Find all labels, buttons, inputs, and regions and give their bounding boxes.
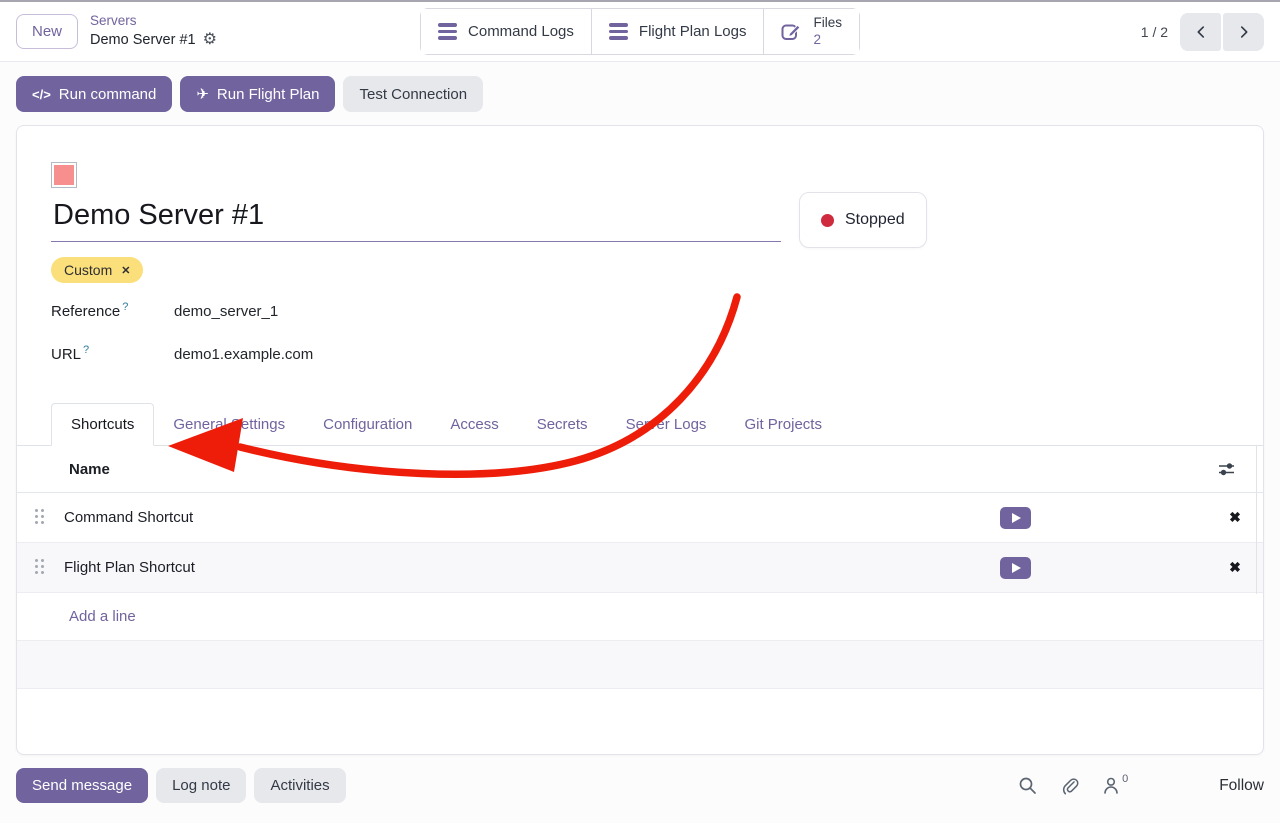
breadcrumb-area: New Servers Demo Server #1 ⚙: [16, 12, 420, 50]
reference-value[interactable]: demo_server_1: [174, 303, 278, 320]
table-row: Flight Plan Shortcut ✖: [17, 543, 1263, 593]
command-logs-button[interactable]: Command Logs: [421, 9, 592, 53]
tab-general-settings[interactable]: General Settings: [154, 404, 304, 445]
log-note-button[interactable]: Log note: [156, 768, 246, 803]
gear-icon[interactable]: ⚙: [203, 30, 217, 51]
breadcrumb-current: Demo Server #1: [90, 31, 196, 50]
list-icon: [438, 23, 457, 40]
url-value[interactable]: demo1.example.com: [174, 346, 313, 363]
empty-table-row: [17, 641, 1263, 689]
optional-columns-icon[interactable]: [1218, 461, 1235, 478]
tab-git-projects[interactable]: Git Projects: [725, 404, 841, 445]
action-buttons: </> Run command ✈ Run Flight Plan Test C…: [16, 76, 1264, 112]
pager-previous-button[interactable]: [1180, 13, 1221, 51]
new-button[interactable]: New: [16, 14, 78, 49]
column-name-header: Name: [69, 461, 110, 478]
chevron-right-icon: [1235, 23, 1253, 41]
table-row: Command Shortcut ✖: [17, 493, 1263, 543]
play-icon: [1012, 563, 1021, 573]
followers-button[interactable]: 0: [1102, 776, 1128, 795]
tab-server-logs[interactable]: Server Logs: [607, 404, 726, 445]
pager-next-button[interactable]: [1223, 13, 1264, 51]
field-url: URL? demo1.example.com: [51, 344, 1263, 363]
add-a-line-link[interactable]: Add a line: [69, 608, 136, 625]
tag-remove-icon[interactable]: ✕: [121, 264, 130, 277]
test-connection-button[interactable]: Test Connection: [343, 76, 483, 112]
breadcrumb: Servers Demo Server #1 ⚙: [90, 12, 217, 50]
tag-custom[interactable]: Custom ✕: [51, 257, 143, 283]
stat-button-group: Command Logs Flight Plan Logs Files 2: [420, 8, 860, 54]
tab-access[interactable]: Access: [431, 404, 517, 445]
pager: 1 / 2: [860, 13, 1264, 51]
help-icon: ?: [122, 301, 128, 313]
shortcut-name-cell[interactable]: Command Shortcut: [64, 509, 1000, 526]
breadcrumb-servers[interactable]: Servers: [90, 12, 217, 30]
delete-row-icon[interactable]: ✖: [1227, 509, 1243, 526]
control-panel: New Servers Demo Server #1 ⚙ Command Log…: [0, 2, 1280, 62]
search-messages-button[interactable]: [1018, 776, 1037, 795]
shortcut-name-cell[interactable]: Flight Plan Shortcut: [64, 559, 1000, 576]
files-count: 2: [813, 32, 842, 48]
drag-handle-icon[interactable]: [35, 559, 46, 576]
status-badge: Stopped: [799, 192, 927, 248]
plane-icon: ✈: [196, 85, 209, 103]
flight-plan-logs-button[interactable]: Flight Plan Logs: [592, 9, 765, 53]
status-dot-icon: [821, 214, 834, 227]
person-icon: [1102, 776, 1121, 795]
url-label: URL: [51, 346, 81, 363]
chevron-left-icon: [1192, 23, 1210, 41]
tab-configuration[interactable]: Configuration: [304, 404, 431, 445]
tab-bar: Shortcuts General Settings Configuration…: [17, 400, 1263, 446]
record-title-input[interactable]: Demo Server #1: [51, 197, 781, 242]
shortcuts-table: Name Command Shortcut ✖ Fli: [17, 446, 1263, 689]
help-icon: ?: [83, 344, 89, 356]
drag-handle-icon[interactable]: [35, 509, 46, 526]
activities-button[interactable]: Activities: [254, 768, 345, 803]
run-command-button[interactable]: </> Run command: [16, 76, 172, 112]
tab-secrets[interactable]: Secrets: [518, 404, 607, 445]
play-icon: [1012, 513, 1021, 523]
color-swatch[interactable]: [51, 162, 77, 188]
notebook: Shortcuts General Settings Configuration…: [17, 400, 1263, 689]
search-icon: [1018, 776, 1037, 795]
run-flight-plan-button[interactable]: ✈ Run Flight Plan: [180, 76, 335, 112]
field-reference: Reference? demo_server_1: [51, 301, 1263, 320]
table-header: Name: [17, 446, 1263, 493]
list-icon: [609, 23, 628, 40]
delete-row-icon[interactable]: ✖: [1227, 559, 1243, 576]
reference-label: Reference: [51, 303, 120, 320]
follower-count: 0: [1122, 773, 1128, 785]
attach-files-button[interactable]: [1060, 776, 1079, 795]
edit-square-icon: [781, 21, 802, 42]
code-icon: </>: [32, 87, 51, 102]
chatter-bar: Send message Log note Activities 0 Follo…: [16, 768, 1264, 803]
paperclip-icon: [1060, 776, 1079, 795]
follow-button[interactable]: Follow: [1219, 777, 1264, 795]
run-shortcut-button[interactable]: [1000, 507, 1031, 529]
send-message-button[interactable]: Send message: [16, 768, 148, 803]
tab-shortcuts[interactable]: Shortcuts: [51, 403, 154, 446]
files-button[interactable]: Files 2: [764, 9, 859, 53]
run-shortcut-button[interactable]: [1000, 557, 1031, 579]
pager-counter: 1 / 2: [1141, 24, 1168, 40]
record-sheet: Demo Server #1 Custom ✕ Reference? demo_…: [16, 125, 1264, 755]
